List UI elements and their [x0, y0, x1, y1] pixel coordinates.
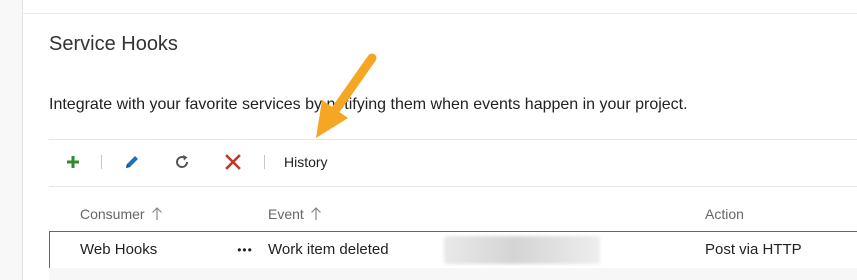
sort-ascending-icon [310, 207, 321, 220]
left-rail [0, 0, 23, 280]
refresh-icon [176, 155, 189, 168]
column-header-consumer[interactable]: Consumer [80, 206, 163, 222]
column-header-label: Consumer [80, 206, 145, 222]
toolbar-separator [101, 155, 102, 169]
history-button[interactable]: History [284, 152, 328, 172]
delete-button[interactable] [223, 152, 243, 172]
close-icon [225, 154, 241, 170]
column-header-event[interactable]: Event [268, 206, 322, 222]
pencil-icon [126, 156, 138, 168]
column-header-label: Event [268, 206, 304, 222]
table-row[interactable]: Web Hooks ••• Work item deleted Post via… [49, 231, 857, 270]
cell-consumer: Web Hooks [80, 241, 158, 258]
toolbar-separator [264, 155, 265, 169]
ellipsis-icon: ••• [237, 243, 253, 257]
column-header-label: Action [705, 206, 744, 222]
table-header: Consumer Event Action [49, 199, 857, 229]
refresh-button[interactable] [172, 152, 192, 172]
plus-icon [67, 156, 79, 168]
edit-button[interactable] [122, 152, 142, 172]
history-label: History [284, 154, 328, 170]
cell-event: Work item deleted [268, 241, 389, 258]
redacted-text [444, 236, 600, 264]
table-bottom [49, 268, 857, 280]
column-header-action[interactable]: Action [705, 206, 744, 222]
sort-ascending-icon [151, 207, 162, 220]
page-title: Service Hooks [49, 33, 178, 55]
more-actions-button[interactable]: ••• [233, 238, 257, 262]
top-divider [22, 0, 857, 14]
add-button[interactable] [65, 152, 81, 172]
cell-action: Post via HTTP [705, 241, 802, 258]
page-description: Integrate with your favorite services by… [49, 96, 688, 113]
toolbar: History [49, 139, 857, 187]
